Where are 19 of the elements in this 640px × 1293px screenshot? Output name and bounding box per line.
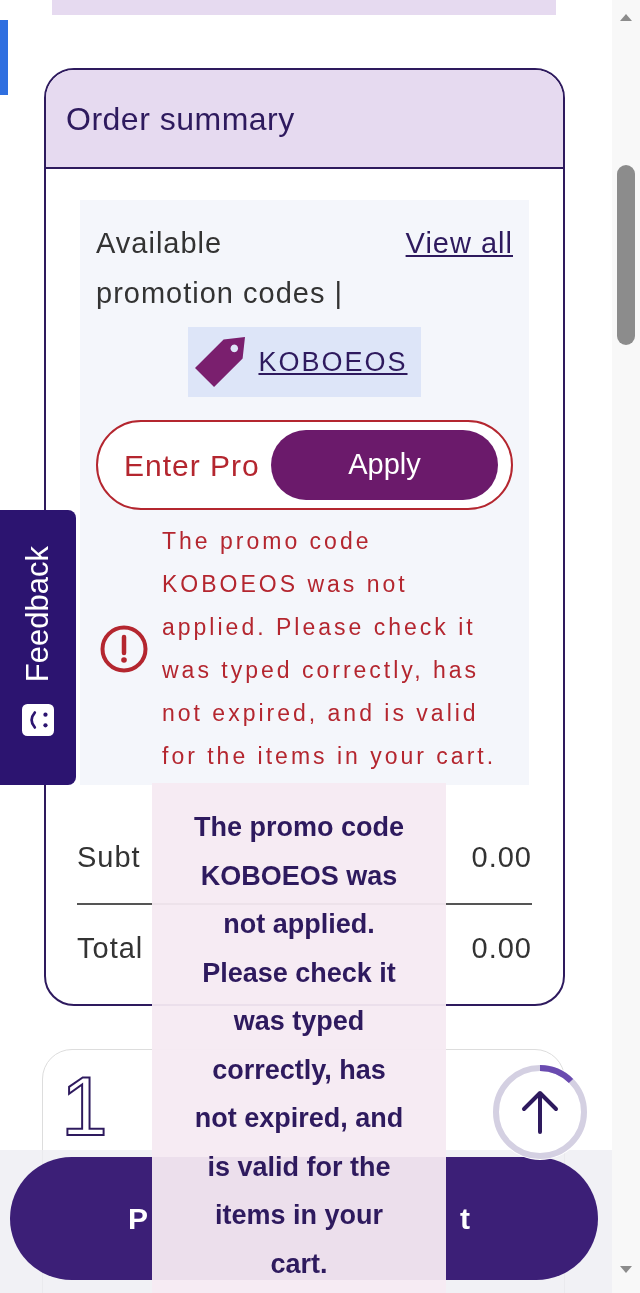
view-all-link[interactable]: View all [405, 218, 513, 268]
item-number: 1 [61, 1058, 108, 1153]
scrollbar-thumb[interactable] [617, 165, 635, 345]
total-value: 0.00 [471, 930, 532, 966]
feedback-tab[interactable]: Feedback [0, 510, 76, 785]
total-label: Total [77, 930, 144, 966]
scroll-up-arrow-icon [620, 14, 632, 21]
promo-code-field[interactable]: Enter Pro Apply [96, 420, 513, 510]
promo-code-chip[interactable]: KOBOEOS [188, 327, 421, 397]
promotions-label: Available promotion codes | [96, 226, 344, 311]
smiley-icon [22, 704, 54, 737]
error-message: The promo code KOBOEOS was not applied. Please check it was typed correctly, has not expired, and is valid for the items in your cart. [162, 527, 498, 771]
error-icon [100, 625, 148, 673]
total-value: 0.00 [471, 840, 532, 876]
scroll-down-arrow-icon [620, 1266, 632, 1273]
apply-button[interactable]: Apply [271, 430, 498, 500]
tag-icon [195, 337, 246, 387]
total-label: Subt [77, 840, 141, 876]
card-title: Order summary [66, 99, 295, 139]
